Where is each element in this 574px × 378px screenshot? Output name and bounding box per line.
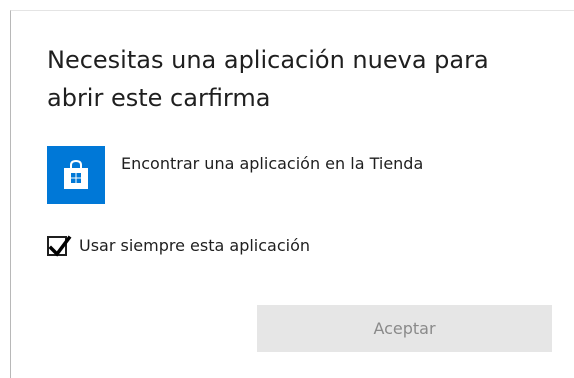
find-app-in-store-label: Encontrar una aplicación en la Tienda	[121, 154, 424, 173]
always-use-app-label: Usar siempre esta aplicación	[79, 236, 311, 255]
always-use-app-option[interactable]: Usar siempre esta aplicación	[47, 235, 447, 261]
find-app-in-store-option[interactable]: Encontrar una aplicación en la Tienda	[47, 146, 547, 206]
open-with-dialog: Necesitas una aplicación nueva para abri…	[10, 10, 574, 378]
always-use-app-checkbox[interactable]	[47, 235, 72, 257]
store-bag-icon	[47, 146, 105, 204]
checkmark-icon	[48, 235, 72, 257]
accept-button[interactable]: Aceptar	[257, 305, 552, 352]
dialog-title: Necesitas una aplicación nueva para abri…	[47, 46, 489, 112]
